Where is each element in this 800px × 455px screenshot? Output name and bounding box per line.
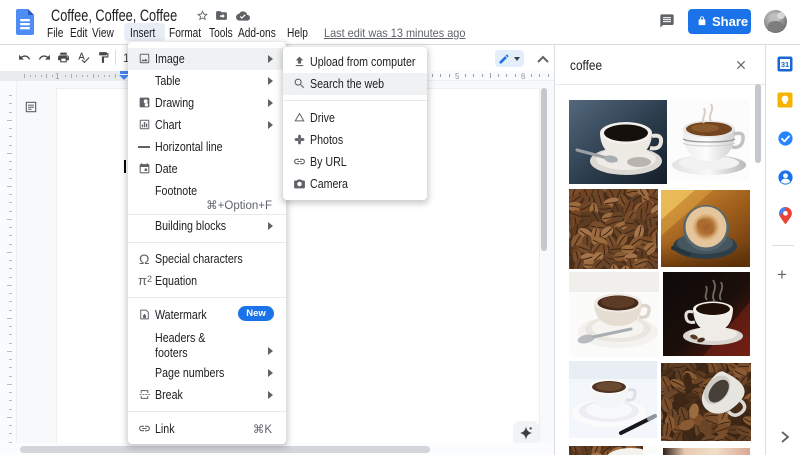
- svg-text:31: 31: [781, 60, 789, 69]
